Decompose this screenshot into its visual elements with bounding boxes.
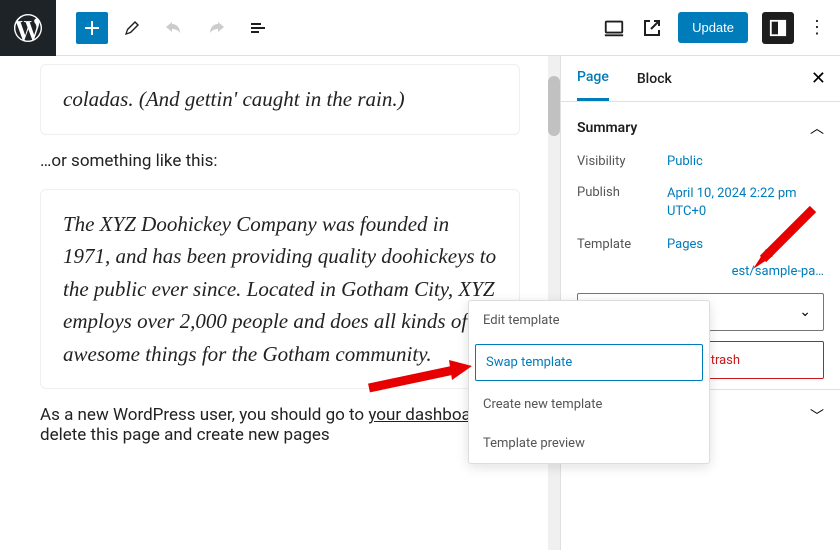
- annotation-arrow: [364, 358, 474, 398]
- wp-logo[interactable]: [0, 0, 56, 56]
- plus-icon: [82, 18, 102, 38]
- panel-title: Summary: [577, 120, 637, 136]
- device-preview-icon[interactable]: [602, 16, 626, 40]
- visibility-label: Visibility: [577, 154, 667, 169]
- quote-text: coladas. (And gettin' caught in the rain…: [63, 83, 497, 116]
- scrollbar-thumb[interactable]: [548, 76, 560, 136]
- summary-panel-header[interactable]: Summary ︿: [561, 102, 840, 146]
- template-value[interactable]: Pages: [667, 237, 703, 252]
- add-block-button[interactable]: [76, 12, 108, 44]
- topbar-right: Update ⋮: [602, 12, 832, 44]
- tab-block[interactable]: Block: [637, 58, 672, 100]
- edit-tool-icon[interactable]: [120, 16, 144, 40]
- list-view-icon[interactable]: [246, 16, 270, 40]
- external-link-icon[interactable]: [640, 16, 664, 40]
- close-icon[interactable]: ✕: [811, 68, 826, 89]
- visibility-row: Visibility Public: [561, 146, 840, 177]
- chevron-up-icon: ︿: [810, 118, 824, 138]
- tab-page[interactable]: Page: [577, 56, 609, 101]
- visibility-value[interactable]: Public: [667, 154, 703, 169]
- settings-panel-toggle[interactable]: [762, 12, 794, 44]
- sidebar-tabs: Page Block ✕: [561, 56, 840, 102]
- annotation-arrow: [748, 204, 818, 274]
- undo-icon[interactable]: [162, 16, 186, 40]
- publish-label: Publish: [577, 185, 667, 221]
- popover-edit-template[interactable]: Edit template: [469, 301, 709, 340]
- template-label: Template: [577, 237, 667, 252]
- chevron-down-icon: ﹀: [810, 406, 824, 426]
- wordpress-icon: [14, 14, 42, 42]
- more-menu-icon[interactable]: ⋮: [808, 17, 832, 38]
- popover-swap-template[interactable]: Swap template: [475, 344, 703, 381]
- chevron-down-icon: ⌄: [799, 304, 811, 320]
- template-popover: Edit template Swap template Create new t…: [468, 300, 710, 464]
- update-button[interactable]: Update: [678, 12, 748, 43]
- redo-icon[interactable]: [204, 16, 228, 40]
- paragraph-block[interactable]: …or something like this:: [40, 151, 520, 171]
- quote-text: The XYZ Doohickey Company was founded in…: [63, 208, 497, 371]
- paragraph-block[interactable]: As a new WordPress user, you should go t…: [40, 405, 520, 445]
- editor-topbar: Update ⋮: [0, 0, 840, 56]
- quote-block[interactable]: coladas. (And gettin' caught in the rain…: [40, 64, 520, 135]
- main-area: coladas. (And gettin' caught in the rain…: [0, 56, 840, 550]
- popover-template-preview[interactable]: Template preview: [469, 424, 709, 463]
- popover-create-template[interactable]: Create new template: [469, 385, 709, 424]
- paragraph-text: As a new WordPress user, you should go t…: [40, 405, 368, 425]
- toolbar-tools: [120, 16, 270, 40]
